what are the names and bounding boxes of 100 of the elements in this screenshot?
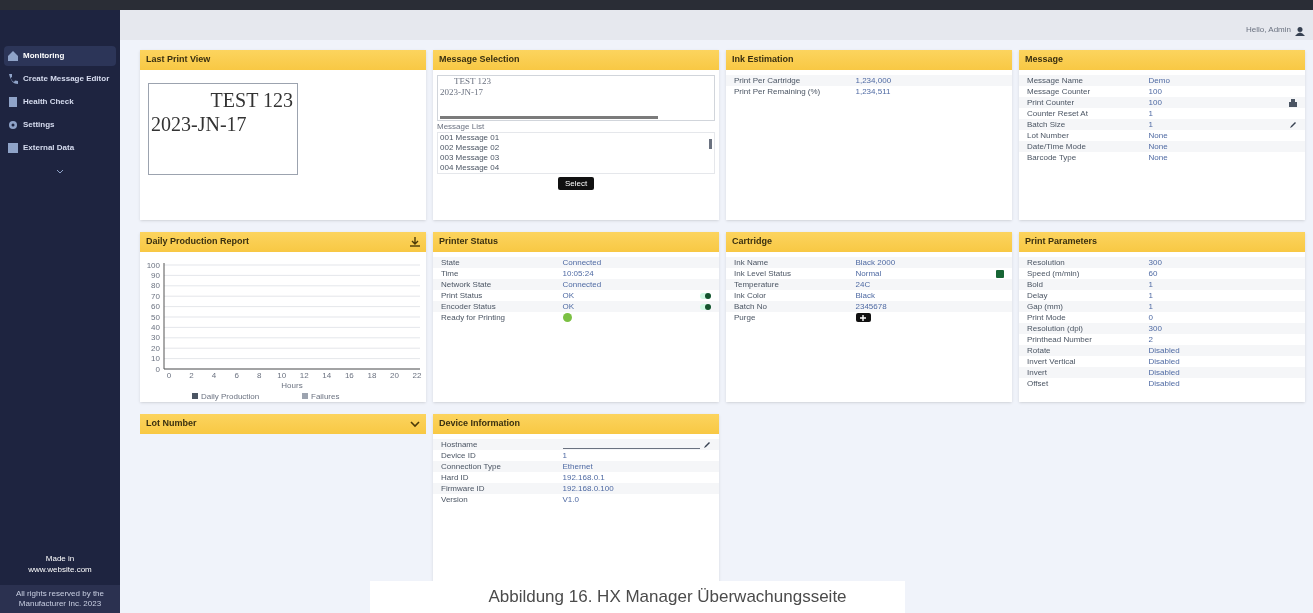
field-label: Print Per Remaining (%): [734, 86, 822, 97]
field-label: Lot Number: [1027, 130, 1070, 141]
field-label: Print Per Cartridge: [734, 75, 802, 86]
field-value: 1: [1148, 108, 1153, 119]
field-label: Counter Reset At: [1027, 108, 1089, 119]
axis-tick-label: 6: [234, 371, 239, 380]
axis-tick-label: 10: [151, 354, 160, 364]
axis-tick-label: 4: [211, 371, 217, 380]
axis-tick-label: 20: [151, 343, 160, 353]
user-name: Hello, Admin: [1246, 24, 1291, 36]
panel-title: Message Selection: [439, 53, 520, 67]
field-value: 1: [1148, 119, 1153, 130]
field-label: Connection Type: [441, 461, 502, 472]
field-value: V1.0: [562, 494, 579, 505]
preview-text: TEST 123: [210, 88, 294, 112]
axis-tick-label: 0: [155, 364, 160, 374]
field-label: Ink Name: [734, 257, 770, 268]
list-item[interactable]: 001 Message 01: [438, 133, 709, 143]
field-value: Normal: [855, 268, 882, 279]
field-value: Black 2000: [855, 257, 896, 268]
field-label: Encoder Status: [441, 301, 497, 312]
field-label: Version: [441, 494, 469, 505]
axis-tick-label: 30: [151, 333, 160, 343]
field-value: Disabled: [1148, 356, 1180, 367]
panel-title: Last Print View: [146, 53, 211, 67]
axis-tick-label: 50: [151, 312, 160, 322]
field-value: 2345678: [855, 301, 887, 312]
legend-label: Daily Production: [201, 392, 260, 401]
field-value: 300: [1148, 257, 1162, 268]
axis-tick-label: 18: [367, 371, 377, 380]
axis-tick-label: 60: [151, 302, 160, 312]
field-label: Message Counter: [1027, 86, 1092, 97]
list-item[interactable]: 002 Message 02: [438, 143, 709, 153]
field-label: Delay: [1027, 290, 1049, 301]
field-label: Ink Color: [734, 290, 767, 301]
field-value: Disabled: [1148, 345, 1180, 356]
field-label: Ready for Printing: [441, 312, 507, 323]
list-item[interactable]: 003 Message 03: [438, 153, 709, 163]
field-value: 192.168.0.1: [562, 472, 605, 483]
field-label: Print Mode: [1027, 312, 1067, 323]
sidebar-item[interactable]: External Data: [4, 138, 116, 158]
field-value: 2: [1148, 334, 1153, 345]
sidebar-item[interactable]: Create Message Editor: [4, 69, 116, 89]
field-label: Date/Time Mode: [1027, 141, 1087, 152]
field-value: 24C: [855, 279, 871, 290]
axis-tick-label: 16: [344, 371, 354, 380]
field-label: Offset: [1027, 378, 1050, 389]
copyright-text: All rights reserved by the Manufacturer Inc. 2023: [0, 585, 120, 613]
field-value: 192.168.0.100: [562, 483, 614, 494]
panel-title: Printer Status: [439, 235, 498, 249]
panel-title: Device Information: [439, 417, 521, 431]
axis-tick-label: 8: [256, 371, 262, 380]
field-value: OK: [562, 290, 575, 301]
footer-text: www.website.com: [28, 564, 92, 575]
axis-tick-label: 90: [151, 270, 160, 280]
axis-tick-label: 40: [151, 322, 160, 332]
field-value: 1: [1148, 279, 1153, 290]
field-label: Temperature: [734, 279, 780, 290]
footer-text: Made in: [45, 553, 75, 564]
list-item[interactable]: 004 Message 04: [438, 163, 709, 173]
field-label: Resolution (dpi): [1027, 323, 1085, 334]
axis-tick-label: 70: [151, 291, 160, 301]
field-value: 100: [1148, 97, 1162, 108]
field-value: 1,234,000: [855, 75, 892, 86]
field-label: Firmware ID: [441, 483, 486, 494]
field-value: 10:05:24: [562, 268, 594, 279]
field-value: 300: [1148, 323, 1162, 334]
axis-tick-label: 14: [322, 371, 332, 380]
field-label: Invert Vertical: [1027, 356, 1077, 367]
field-value: None: [1148, 152, 1168, 163]
field-label: Message Name: [1027, 75, 1085, 86]
sidebar-item[interactable]: Monitoring: [4, 46, 116, 66]
sidebar-item[interactable]: Health Check: [4, 92, 116, 112]
field-label: Purge: [734, 312, 757, 323]
panel-title: Message: [1025, 53, 1064, 67]
field-value: OK: [562, 301, 575, 312]
panel-title: Cartridge: [732, 235, 772, 249]
field-value: Connected: [562, 257, 602, 268]
field-label: Speed (m/min): [1027, 268, 1081, 279]
field-value: Connected: [562, 279, 602, 290]
sidebar-item[interactable]: Settings: [4, 115, 116, 135]
field-label: Device ID: [441, 450, 477, 461]
field-value: None: [1148, 130, 1168, 141]
field-label: Batch No: [734, 301, 768, 312]
field-label: Rotate: [1027, 345, 1052, 356]
panel-title: Ink Estimation: [732, 53, 794, 67]
field-label: Batch Size: [1027, 119, 1067, 130]
select-button[interactable]: Select: [557, 177, 595, 190]
field-label: Invert: [1027, 367, 1048, 378]
panel-title: Print Parameters: [1025, 235, 1098, 249]
preview-text: 2023-JN-17: [440, 87, 484, 98]
axis-tick-label: 20: [390, 371, 399, 380]
field-value: 0: [1148, 312, 1153, 323]
field-label: Print Counter: [1027, 97, 1076, 108]
field-label: Printhead Number: [1027, 334, 1093, 345]
preview-text: TEST 123: [453, 76, 493, 87]
field-value: 1: [562, 450, 567, 461]
field-value: Demo: [1148, 75, 1170, 86]
axis-tick-label: 10: [277, 371, 287, 380]
field-label: Print Status: [441, 290, 484, 301]
